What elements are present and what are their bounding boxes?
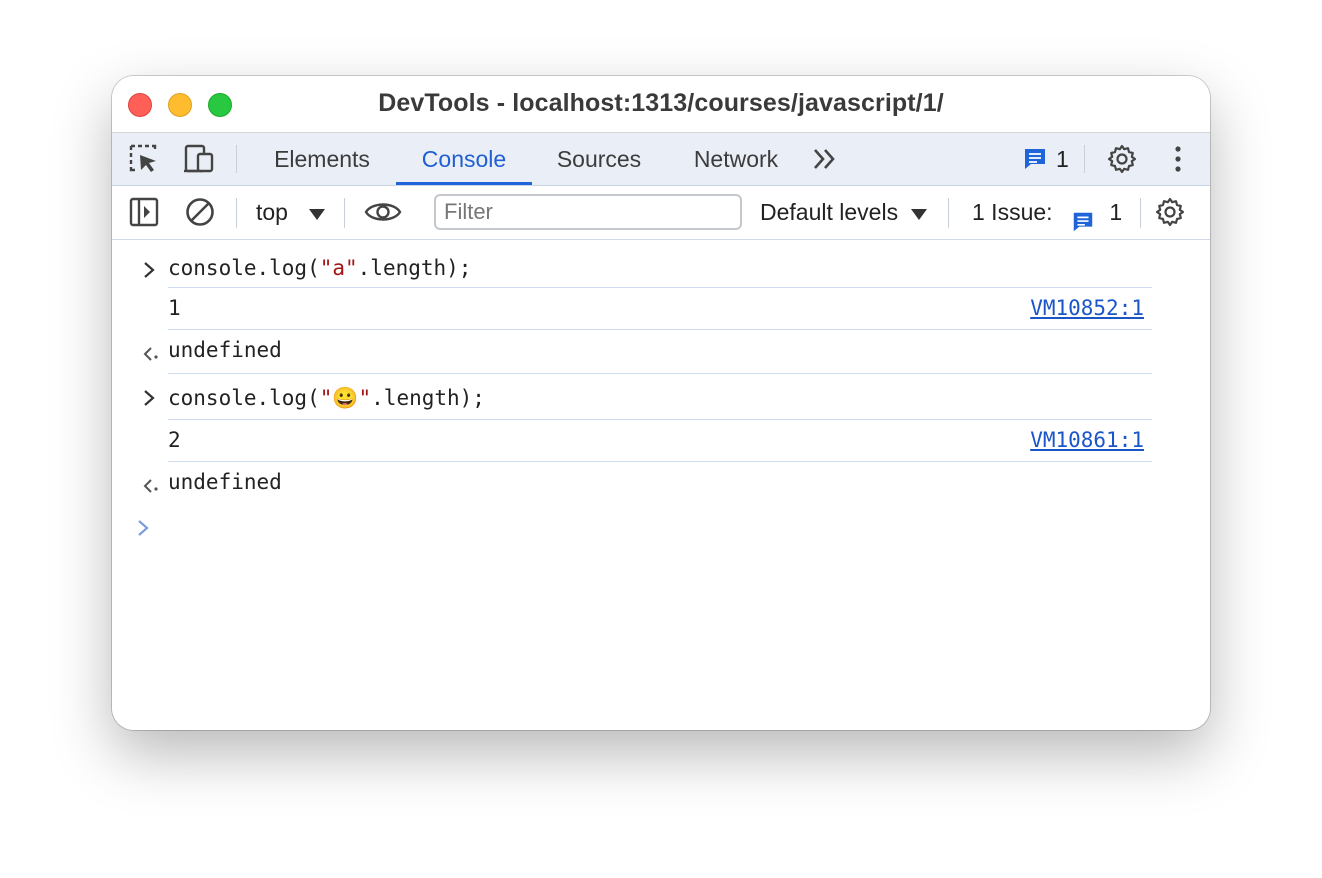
devtools-window: DevTools - localhost:1313/courses/javasc… [112, 76, 1210, 730]
source-link[interactable]: VM10852:1 [1030, 296, 1144, 320]
messages-count: 1 [1056, 145, 1069, 172]
source-link[interactable]: VM10861:1 [1030, 428, 1144, 452]
panel-tab-bar: Elements Console Sources Network 1 [112, 133, 1210, 186]
divider [1140, 198, 1141, 228]
window-title: DevTools - localhost:1313/courses/javasc… [378, 89, 944, 117]
log-value: 1 [168, 296, 181, 320]
result-arrow-icon [142, 476, 160, 501]
tab-network[interactable]: Network [684, 133, 788, 185]
console-output[interactable]: console.log("a".length); 1 VM10852:1 und… [112, 240, 1210, 730]
code-string: "😀" [319, 386, 372, 410]
result-arrow-icon [142, 344, 160, 369]
active-prompt-chevron-icon [136, 518, 150, 543]
divider [1084, 145, 1085, 173]
divider [236, 145, 237, 173]
title-bar: DevTools - localhost:1313/courses/javasc… [112, 76, 1210, 133]
filter-input[interactable] [434, 194, 742, 230]
console-log-line: 1 VM10852:1 [168, 288, 1152, 330]
console-prompt-input[interactable] [168, 510, 1152, 550]
divider [948, 198, 949, 228]
console-input-line[interactable]: console.log("a".length); [168, 250, 1152, 288]
dropdown-arrow-icon [910, 187, 928, 240]
log-levels-dropdown[interactable]: Default levels [760, 186, 928, 239]
context-label: top [256, 199, 288, 225]
issues-count: 1 [1109, 199, 1123, 225]
console-log-line: 2 VM10861:1 [168, 420, 1152, 462]
console-result-line: undefined [168, 330, 1152, 374]
tab-sources[interactable]: Sources [544, 133, 654, 185]
code-text: console.log( [168, 386, 320, 410]
log-levels-label: Default levels [760, 199, 899, 225]
console-input-line[interactable]: console.log("😀".length); [168, 374, 1152, 420]
result-value: undefined [168, 338, 282, 362]
input-chevron-icon [142, 388, 156, 413]
message-icon [1022, 146, 1048, 172]
clear-console-icon[interactable] [184, 196, 216, 228]
code-text: .length); [371, 386, 485, 410]
messages-count-button[interactable]: 1 [1022, 144, 1069, 174]
result-value: undefined [168, 470, 282, 494]
tab-console[interactable]: Console [396, 133, 532, 185]
log-value: 2 [168, 428, 181, 452]
issues-button[interactable]: 1 Issue: 1 [972, 186, 1122, 239]
code-text: .length); [357, 256, 472, 280]
tab-elements[interactable]: Elements [262, 133, 382, 185]
console-result-line: undefined [168, 462, 1152, 506]
double-chevron-right-icon[interactable] [810, 143, 842, 175]
code-text: console.log( [168, 256, 320, 280]
settings-gear-icon[interactable] [1106, 143, 1138, 175]
console-toolbar: top Default levels 1 Issue: [112, 186, 1210, 240]
context-selector[interactable]: top [256, 186, 326, 239]
console-settings-gear-icon[interactable] [1154, 196, 1186, 228]
sidebar-toggle-icon[interactable] [128, 196, 160, 228]
device-toolbar-icon[interactable] [182, 143, 214, 175]
divider [236, 198, 237, 228]
code-string: "a" [319, 256, 358, 280]
live-expression-eye-icon[interactable] [364, 196, 402, 228]
inspect-element-icon[interactable] [128, 143, 160, 175]
issue-message-icon [1071, 200, 1095, 232]
issues-label: 1 Issue: [972, 199, 1053, 225]
dropdown-arrow-icon [308, 187, 326, 240]
more-options-icon[interactable] [1162, 143, 1194, 175]
divider [344, 198, 345, 228]
input-chevron-icon [142, 260, 156, 285]
